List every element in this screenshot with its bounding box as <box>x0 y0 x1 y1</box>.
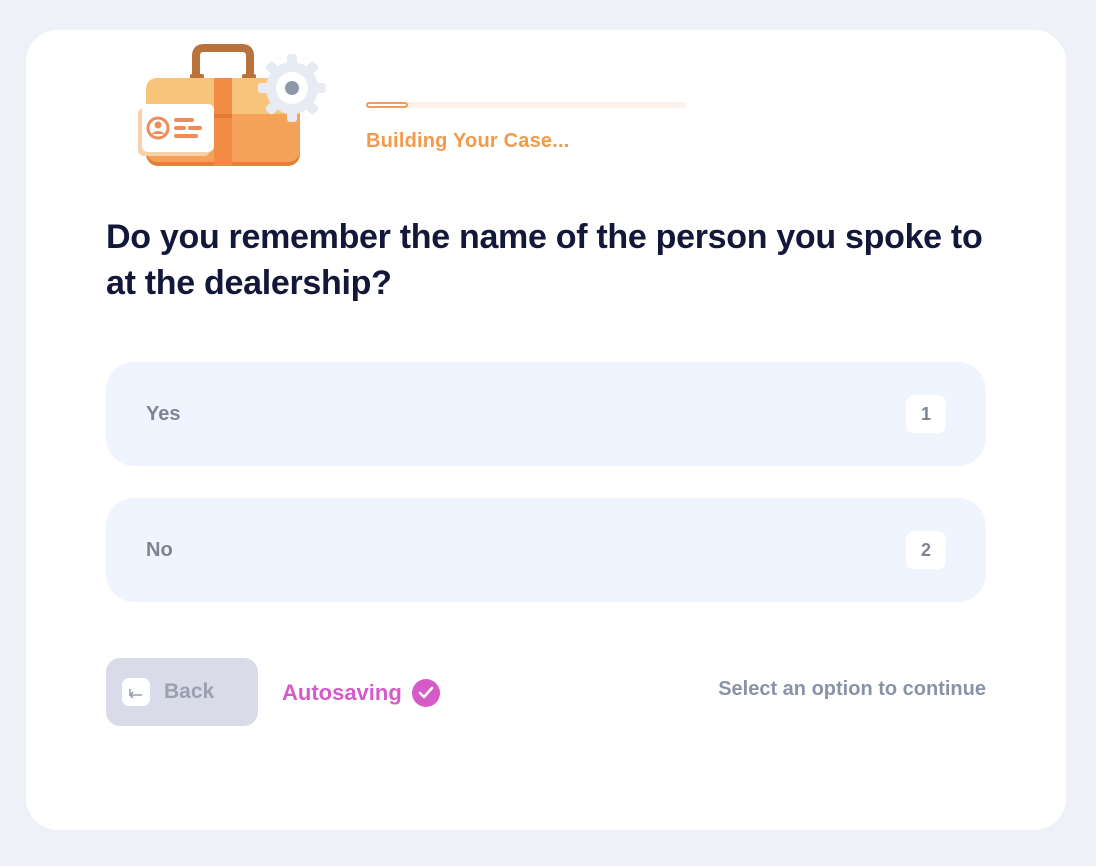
option-shortcut-key: 1 <box>906 395 946 433</box>
gear-icon <box>258 54 326 122</box>
progress-bar-fill <box>366 102 408 108</box>
back-button[interactable]: Back <box>106 658 258 726</box>
option-no[interactable]: No 2 <box>106 498 986 602</box>
progress-status-text: Building Your Case... <box>366 130 570 152</box>
progress-bar <box>366 102 686 108</box>
question-card: Building Your Case... Do you remember th… <box>26 30 1066 830</box>
option-yes[interactable]: Yes 1 <box>106 362 986 466</box>
return-arrow-icon <box>122 678 150 706</box>
autosave-indicator: Autosaving <box>282 676 440 710</box>
continue-hint: Select an option to continue <box>718 678 986 700</box>
check-circle-icon <box>411 679 440 707</box>
id-card-icon <box>138 104 214 156</box>
back-button-label: Back <box>164 680 215 703</box>
question-title: Do you remember the name of the person y… <box>106 218 983 302</box>
option-shortcut-key: 2 <box>906 531 946 569</box>
autosave-label: Autosaving <box>282 680 402 705</box>
option-label: Yes <box>146 403 181 425</box>
option-label: No <box>146 539 173 561</box>
briefcase-id-illustration <box>138 44 326 166</box>
